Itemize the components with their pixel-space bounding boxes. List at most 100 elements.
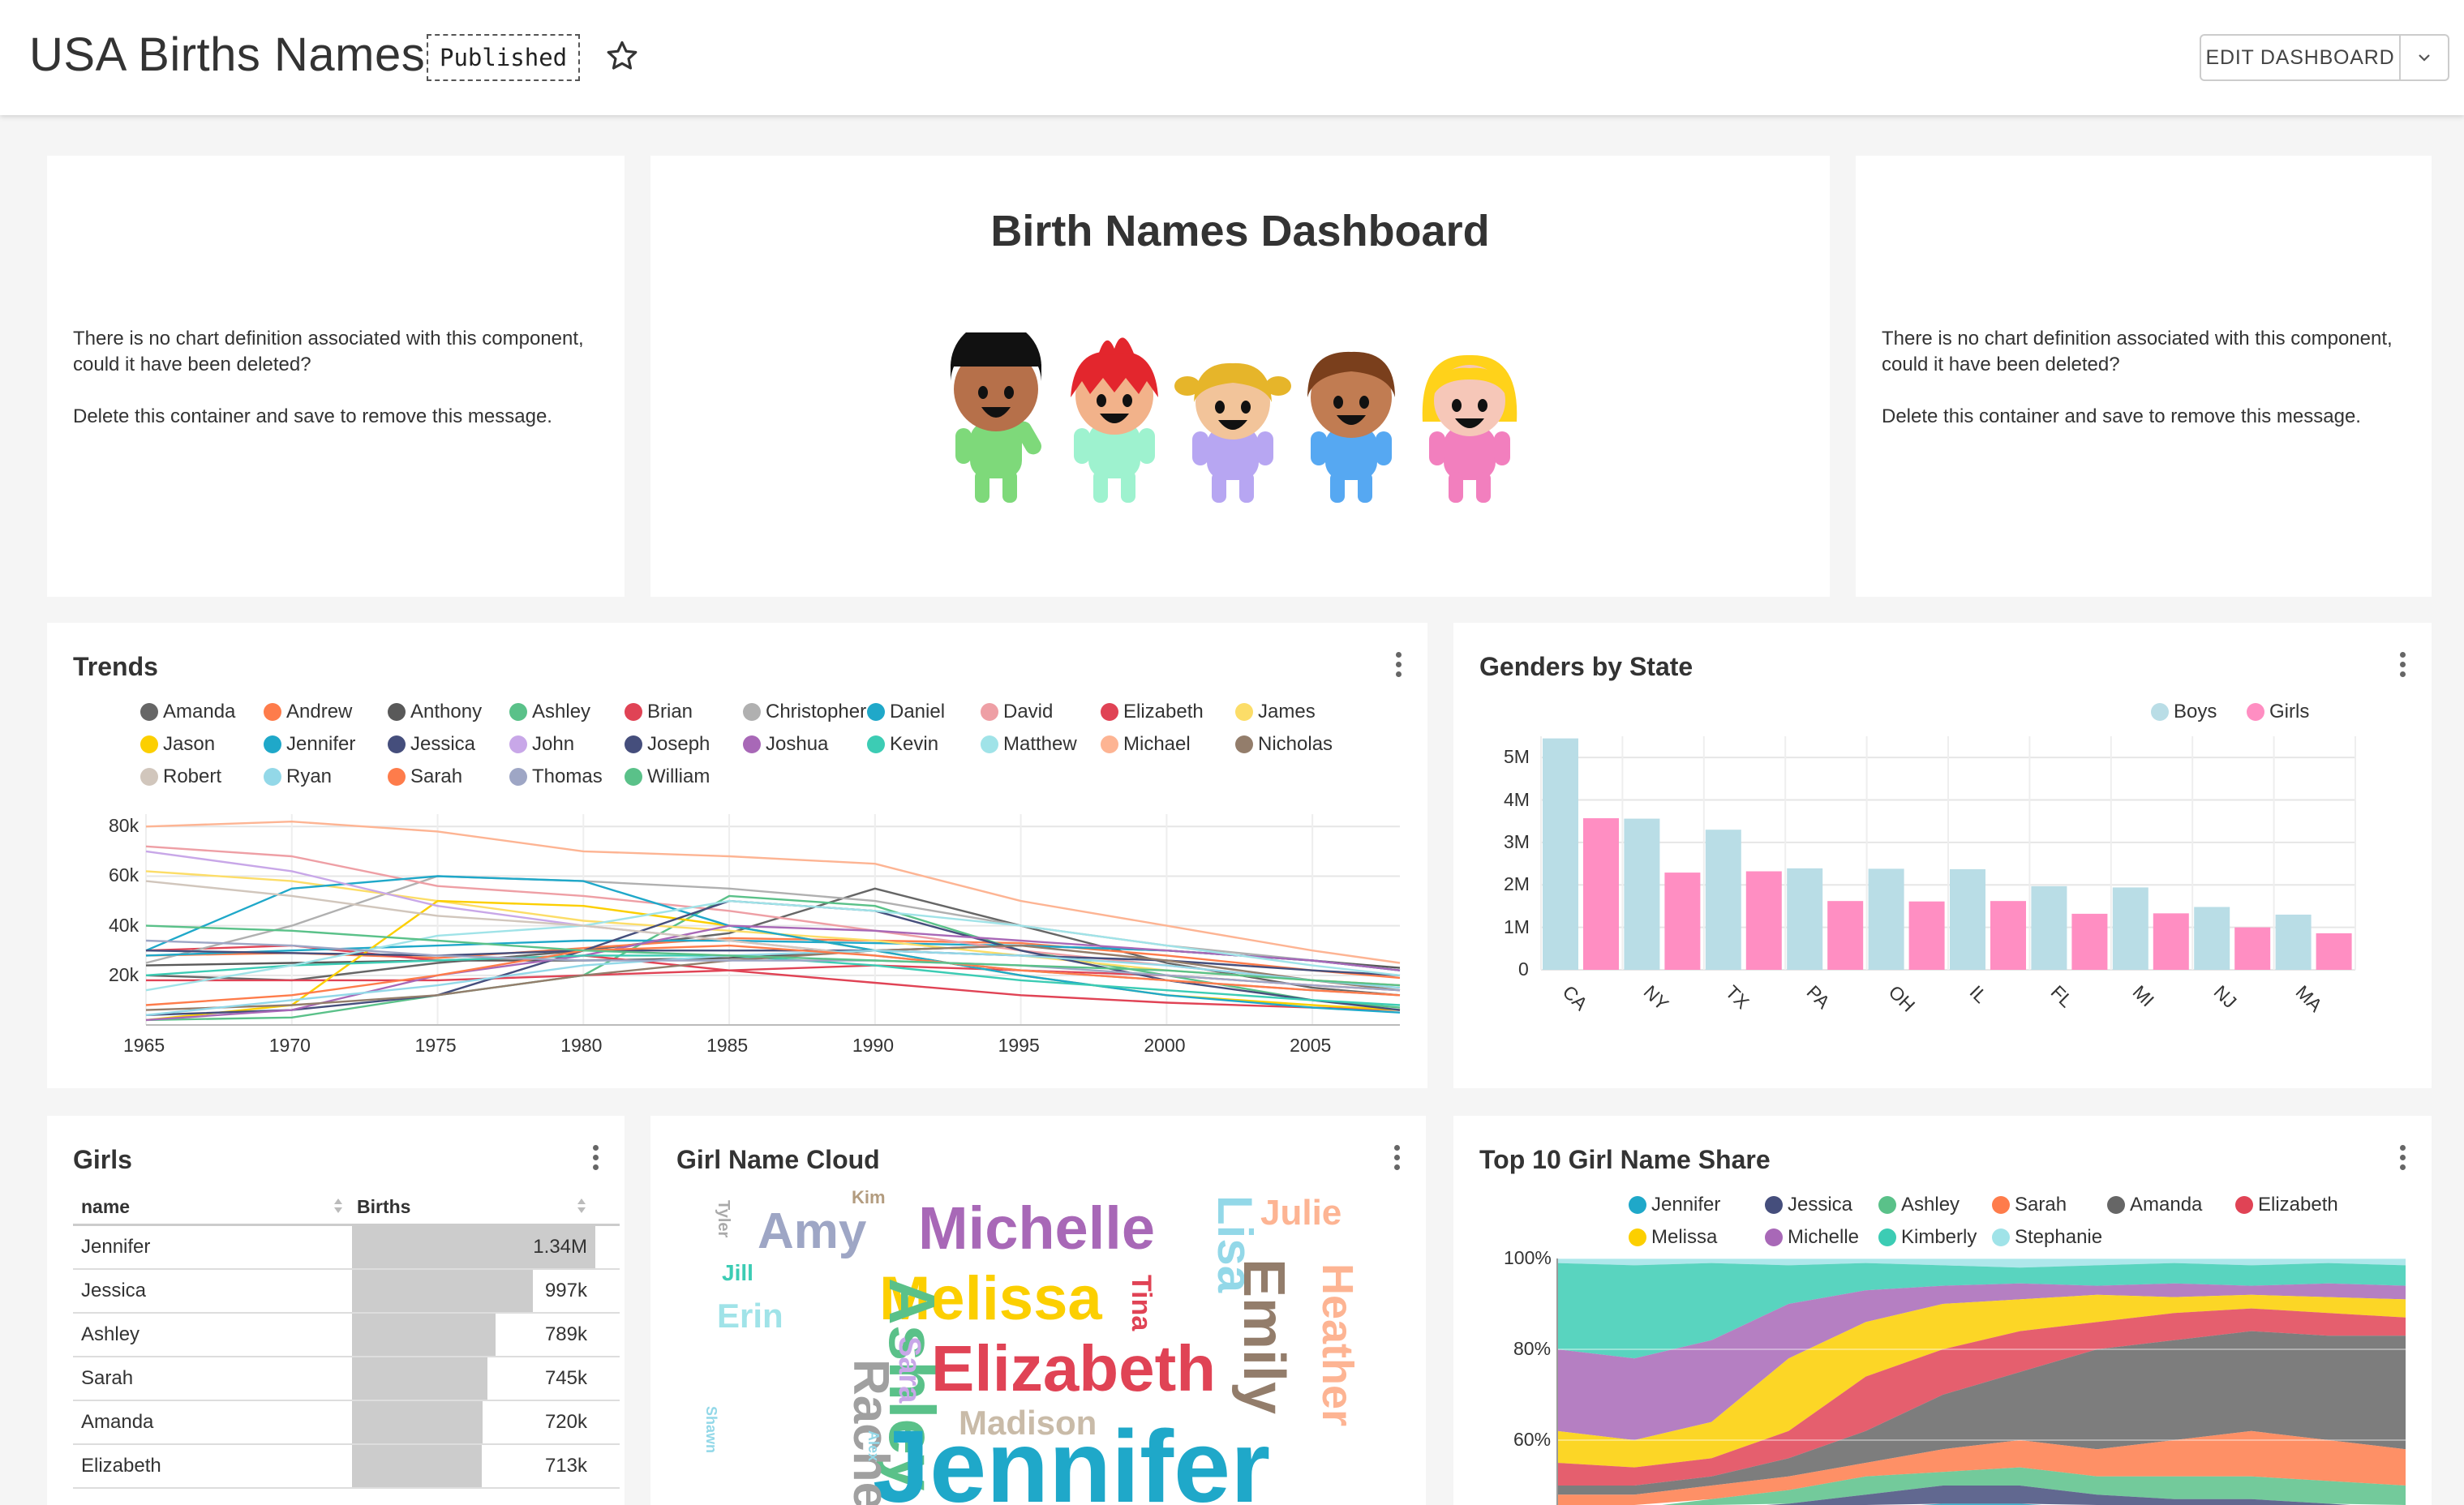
- bar: [1787, 868, 1823, 970]
- trends-chart-card: Trends Amanda Andrew Anthony Ashley Brian Chr…: [47, 623, 1427, 1088]
- cartoon-children-image: [951, 332, 1517, 503]
- bar: [2275, 914, 2312, 970]
- missing-chart-card-right: There is no chart definition associated …: [1856, 156, 2432, 597]
- table-body: Jennifer 1.34M Jessica 997k Ashley 789k Sarah 7…: [73, 1226, 620, 1489]
- bar: [2071, 913, 2108, 970]
- trends-line-chart: [145, 814, 1401, 1026]
- cloud-word: Amy: [758, 1203, 867, 1259]
- births-bar: [352, 1401, 483, 1443]
- y-tick-label: 80k: [109, 815, 140, 837]
- births-value: 713k: [544, 1455, 587, 1477]
- table-row[interactable]: Ashley 789k: [73, 1314, 620, 1357]
- missing-chart-text: There is no chart definition associated …: [73, 328, 584, 375]
- table-row[interactable]: Amanda 720k: [73, 1401, 620, 1445]
- y-tick-label: 1M: [1504, 915, 1530, 937]
- bar: [2234, 927, 2271, 970]
- girls-table-card: Girls name Births Jennifer 1.34M Jessica 99…: [47, 1116, 625, 1505]
- table-row[interactable]: Elizabeth 713k: [73, 1445, 620, 1489]
- cloud-word: Kim: [852, 1187, 886, 1207]
- births-cell: 720k: [352, 1401, 595, 1443]
- y-tick-label: 100%: [1504, 1247, 1552, 1268]
- y-tick-label: 2M: [1504, 873, 1530, 895]
- x-tick-label: 1990: [852, 1035, 894, 1056]
- name-cell: Ashley: [81, 1323, 140, 1345]
- edit-dashboard-button[interactable]: EDIT DASHBOARD: [2200, 34, 2401, 81]
- cloud-word: Jennifer: [873, 1409, 1271, 1505]
- births-cell: 789k: [352, 1314, 595, 1356]
- table-header: name Births: [73, 1190, 620, 1226]
- name-share-area-chart: [1556, 1258, 2406, 1505]
- bar: [1827, 901, 1864, 970]
- name-share-chart-card: Top 10 Girl Name Share Jennifer Jessica As…: [1453, 1116, 2432, 1505]
- missing-chart-message: There is no chart definition associated …: [73, 326, 592, 456]
- births-column-header[interactable]: Births: [352, 1196, 595, 1218]
- bar: [1950, 868, 1985, 970]
- y-tick-label: 5M: [1504, 746, 1530, 768]
- table-row[interactable]: Sarah 745k: [73, 1357, 620, 1401]
- x-tick-label: 2005: [1290, 1035, 1332, 1056]
- x-tick-label: 1970: [268, 1035, 311, 1056]
- bar: [1664, 873, 1701, 970]
- x-tick-label: 1980: [560, 1035, 603, 1056]
- bar: [1908, 901, 1945, 970]
- name-column-header[interactable]: name: [73, 1196, 352, 1218]
- births-cell: 1.34M: [352, 1226, 595, 1268]
- genders-bar-chart: [1540, 736, 2356, 971]
- births-bar: [352, 1270, 534, 1312]
- sort-icon[interactable]: [333, 1196, 344, 1216]
- bar: [2153, 913, 2189, 970]
- girls-table: name Births Jennifer 1.34M Jessica 997k Ashl…: [73, 1190, 620, 1489]
- missing-chart-hint: Delete this container and save to remove…: [1882, 405, 2361, 427]
- bar: [2316, 933, 2352, 970]
- x-tick-label: 1995: [998, 1035, 1040, 1056]
- dashboard-header: USA Births Names Published EDIT DASHBOAR…: [0, 0, 2464, 115]
- bar: [2194, 907, 2230, 970]
- y-tick-label: 80%: [1513, 1338, 1552, 1359]
- chart-menu-kebab-icon[interactable]: [592, 1145, 600, 1174]
- name-cell: Elizabeth: [81, 1455, 161, 1477]
- births-bar: [352, 1357, 487, 1400]
- y-tick-label: 20k: [109, 963, 140, 985]
- cloud-word: Julie: [1260, 1193, 1342, 1233]
- column-label: Births: [357, 1196, 411, 1217]
- bar: [1745, 871, 1782, 970]
- cloud-word: Shawn: [703, 1406, 719, 1454]
- sort-icon[interactable]: [576, 1196, 587, 1216]
- y-tick-label: 60k: [109, 864, 140, 886]
- table-row[interactable]: Jennifer 1.34M: [73, 1226, 620, 1270]
- favorite-star-icon[interactable]: [605, 39, 639, 73]
- bar: [1583, 818, 1619, 970]
- missing-chart-message: There is no chart definition associated …: [1882, 326, 2401, 456]
- cloud-word: Jill: [722, 1260, 753, 1285]
- cloud-word: Elizabeth: [931, 1332, 1217, 1404]
- dashboard-title[interactable]: USA Births Names: [29, 28, 425, 82]
- births-value: 745k: [544, 1367, 587, 1389]
- x-tick-label: 1985: [706, 1035, 749, 1056]
- births-bar: [352, 1314, 496, 1356]
- missing-chart-card-left: There is no chart definition associated …: [47, 156, 625, 597]
- births-cell: 713k: [352, 1445, 595, 1487]
- genders-chart-card: Genders by State Boys Girls 5M 4M 3M 2M 1M 0 CA…: [1453, 623, 2432, 1088]
- published-status-badge[interactable]: Published: [427, 34, 581, 81]
- y-tick-label: 4M: [1504, 788, 1530, 810]
- word-cloud-card: Girl Name Cloud Amy Kim Michelle Julie Tyler…: [650, 1116, 1426, 1505]
- name-cell: Amanda: [81, 1411, 154, 1433]
- y-tick-label: 40k: [109, 914, 140, 936]
- word-cloud: Amy Kim Michelle Julie Tyler Jill Erin Melissa L…: [650, 1116, 1426, 1505]
- name-cell: Jessica: [81, 1280, 147, 1301]
- cloud-word: Heather: [1313, 1263, 1362, 1427]
- births-cell: 997k: [352, 1270, 595, 1312]
- bar: [2031, 885, 2067, 970]
- x-tick-label: 1975: [414, 1035, 457, 1056]
- dashboard-menu-dropdown[interactable]: [2401, 34, 2449, 81]
- markdown-title: Birth Names Dashboard: [990, 207, 1490, 255]
- births-value: 789k: [544, 1323, 587, 1345]
- name-cell: Jennifer: [81, 1236, 151, 1258]
- bar: [2112, 887, 2148, 970]
- cloud-word: Tina: [1126, 1275, 1157, 1331]
- bar: [1868, 868, 1904, 970]
- column-label: name: [81, 1196, 131, 1217]
- table-row[interactable]: Jessica 997k: [73, 1270, 620, 1314]
- markdown-card: Birth Names Dashboard: [650, 156, 1830, 597]
- y-tick-label: 60%: [1513, 1429, 1552, 1450]
